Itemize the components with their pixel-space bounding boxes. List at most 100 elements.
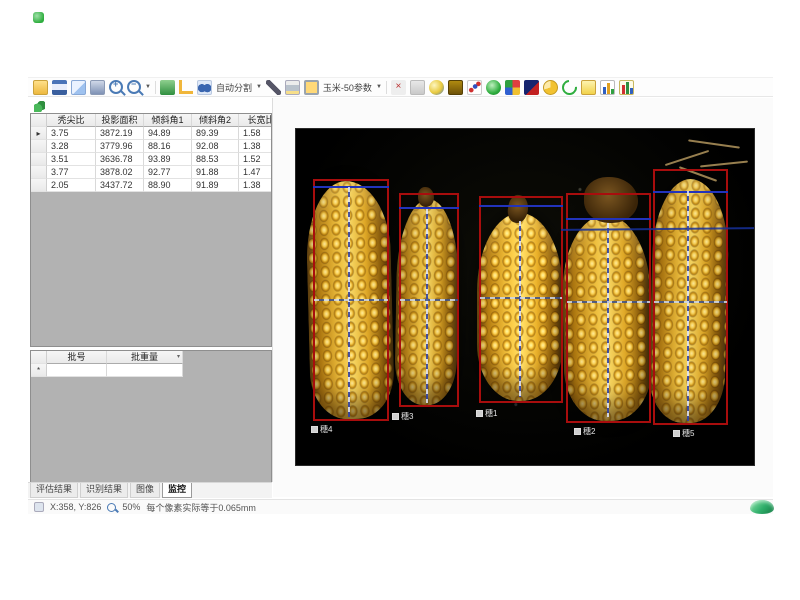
selector-header xyxy=(31,114,47,127)
table-row[interactable]: 3.77 3878.02 92.77 91.88 1.47 xyxy=(31,166,271,179)
column-dropdown-icon[interactable]: ▾ xyxy=(177,351,180,364)
batch-table[interactable]: 批号 批重量 ▾ * xyxy=(30,350,272,484)
monitor-icon[interactable] xyxy=(304,80,319,95)
cell: 92.08 xyxy=(192,140,239,153)
pie-icon[interactable] xyxy=(543,80,558,95)
save-icon[interactable] xyxy=(52,80,67,95)
cell: 1.38 xyxy=(239,140,272,153)
column-header-label: 批重量 xyxy=(131,352,158,362)
tab-monitor[interactable]: 监控 xyxy=(162,483,192,498)
ear-label: 穗2 xyxy=(574,427,595,436)
auto-segment-button[interactable]: 自动分割 xyxy=(216,81,252,94)
open-folder-icon[interactable] xyxy=(33,80,48,95)
delete-icon[interactable]: × xyxy=(391,80,406,95)
crop-corner-icon[interactable] xyxy=(179,80,193,94)
sprout-icon[interactable] xyxy=(34,101,45,112)
bottom-tab-bar: 评估结果 识别结果 图像 监控 xyxy=(28,482,272,498)
application-window: ▼ 自动分割 ▼ 玉米-50参数 ▼ × 秃尖比 投影面积 倾斜角1 xyxy=(28,8,773,514)
table-new-row[interactable]: * xyxy=(31,364,183,377)
ear-label: 穗5 xyxy=(673,429,694,438)
brown-square-icon[interactable] xyxy=(448,80,463,95)
table-row[interactable]: 3.51 3636.78 93.89 88.53 1.52 xyxy=(31,153,271,166)
color-chart-icon[interactable] xyxy=(619,80,634,95)
table-row[interactable]: ▸ 3.75 3872.19 94.89 89.39 1.58 xyxy=(31,127,271,140)
bounding-box xyxy=(479,196,563,403)
cursor-coordinates: X:358, Y:826 xyxy=(50,502,101,512)
zoom-in-icon[interactable] xyxy=(109,80,123,94)
chevron-down-icon[interactable]: ▼ xyxy=(256,80,262,95)
table-row[interactable]: 2.05 3437.72 88.90 91.89 1.38 xyxy=(31,179,271,192)
cell: 91.88 xyxy=(192,166,239,179)
column-header[interactable]: 长宽比 xyxy=(239,114,272,127)
top-line xyxy=(653,191,728,193)
width-line xyxy=(567,301,650,303)
column-header[interactable]: 倾斜角2 xyxy=(192,114,239,127)
axis-line xyxy=(687,191,689,421)
axis-line xyxy=(348,187,350,417)
axis-line xyxy=(607,223,609,417)
top-line xyxy=(566,218,651,220)
tab-image[interactable]: 图像 xyxy=(130,483,160,498)
cell: 3636.78 xyxy=(96,153,144,166)
ear-label: 穗1 xyxy=(476,409,497,418)
dataset-dropdown[interactable]: 玉米-50参数 xyxy=(323,81,372,94)
width-line xyxy=(654,301,727,303)
toolbar-separator xyxy=(386,81,387,94)
top-line xyxy=(313,186,389,188)
cell: 94.89 xyxy=(144,127,192,140)
palette-icon[interactable] xyxy=(505,80,520,95)
image-viewer[interactable]: 穗4 穗3 穗1 穗2 穗5 xyxy=(295,128,755,466)
silk-strand xyxy=(665,150,709,166)
tab-recognition-results[interactable]: 识别结果 xyxy=(80,483,128,498)
silk-strand xyxy=(700,160,748,167)
report-icon[interactable] xyxy=(581,80,596,95)
column-header[interactable]: 投影面积 xyxy=(96,114,144,127)
shape-icon[interactable] xyxy=(410,80,425,95)
cell: 3872.19 xyxy=(96,127,144,140)
toolbar-separator xyxy=(155,81,156,94)
cell: 3437.72 xyxy=(96,179,144,192)
column-header[interactable]: 倾斜角1 xyxy=(144,114,192,127)
printer-icon[interactable] xyxy=(285,80,300,95)
statistics-icon[interactable] xyxy=(160,80,175,95)
cell: 3.75 xyxy=(47,127,96,140)
width-line xyxy=(480,297,562,299)
column-header[interactable]: 秃尖比 xyxy=(47,114,96,127)
title-bar xyxy=(28,8,773,76)
navy-square-icon[interactable] xyxy=(524,80,539,95)
main-toolbar: ▼ 自动分割 ▼ 玉米-50参数 ▼ × xyxy=(28,77,773,97)
chevron-down-icon[interactable]: ▼ xyxy=(145,80,151,95)
tab-evaluation-results[interactable]: 评估结果 xyxy=(30,483,78,498)
column-header[interactable]: 批重量 ▾ xyxy=(107,351,183,364)
width-line xyxy=(314,299,388,301)
measurement-table[interactable]: 秃尖比 投影面积 倾斜角1 倾斜角2 长宽比 ▸ 3.75 3872.19 94… xyxy=(30,113,272,347)
cell: 88.90 xyxy=(144,179,192,192)
cell[interactable] xyxy=(47,364,107,377)
cell: 1.58 xyxy=(239,127,272,140)
app-logo-icon xyxy=(33,12,44,23)
refresh-icon[interactable] xyxy=(559,76,580,97)
cell[interactable] xyxy=(107,364,183,377)
scatter-plot-icon[interactable] xyxy=(467,80,482,95)
row-marker: ▸ xyxy=(31,127,47,140)
image-icon[interactable] xyxy=(71,80,86,95)
bar-chart-icon[interactable] xyxy=(600,80,615,95)
sphere-icon[interactable] xyxy=(429,80,444,95)
binoculars-icon[interactable] xyxy=(197,80,212,95)
status-bar: X:358, Y:826 50% 每个像素实际等于0.065mm xyxy=(28,499,773,514)
new-row-marker: * xyxy=(31,364,47,377)
bounding-box xyxy=(653,169,728,425)
table-header-row: 批号 批重量 ▾ xyxy=(31,351,183,364)
green-circle-icon[interactable] xyxy=(486,80,501,95)
export-icon[interactable] xyxy=(90,80,105,95)
table-row[interactable]: 3.28 3779.96 88.16 92.08 1.38 xyxy=(31,140,271,153)
cell: 3878.02 xyxy=(96,166,144,179)
zoom-out-icon[interactable] xyxy=(127,80,141,94)
column-header[interactable]: 批号 xyxy=(47,351,107,364)
ear-label: 穗3 xyxy=(392,412,413,421)
brand-logo-icon xyxy=(750,500,774,514)
scale-note: 每个像素实际等于0.065mm xyxy=(146,501,256,514)
cell: 88.53 xyxy=(192,153,239,166)
pencil-icon[interactable] xyxy=(266,80,281,95)
chevron-down-icon[interactable]: ▼ xyxy=(376,80,382,95)
